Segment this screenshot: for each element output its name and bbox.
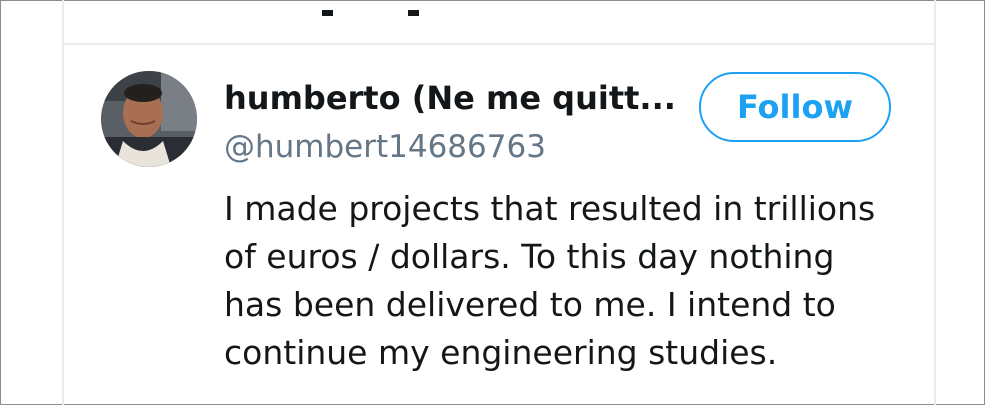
user-handle[interactable]: @humbert14686763 bbox=[224, 125, 546, 169]
clipped-text-fragment bbox=[408, 10, 419, 16]
clipped-text-fragment bbox=[322, 10, 333, 16]
follow-button[interactable]: Follow bbox=[699, 72, 891, 142]
display-name[interactable]: humberto (Ne me quitt... bbox=[224, 76, 676, 120]
tweet-text-line: continue my engineering studies. bbox=[224, 333, 778, 372]
tweet-text-line: of euros / dollars. To this day nothing bbox=[224, 237, 835, 276]
avatar-photo bbox=[101, 71, 197, 167]
tweet-divider bbox=[62, 43, 936, 45]
avatar[interactable] bbox=[101, 71, 197, 167]
tweet-text-line: has been delivered to me. I intend to bbox=[224, 285, 836, 324]
tweet-text: I made projects that resulted in trillio… bbox=[224, 185, 914, 377]
tweet-text-line: I made projects that resulted in trillio… bbox=[224, 189, 876, 228]
